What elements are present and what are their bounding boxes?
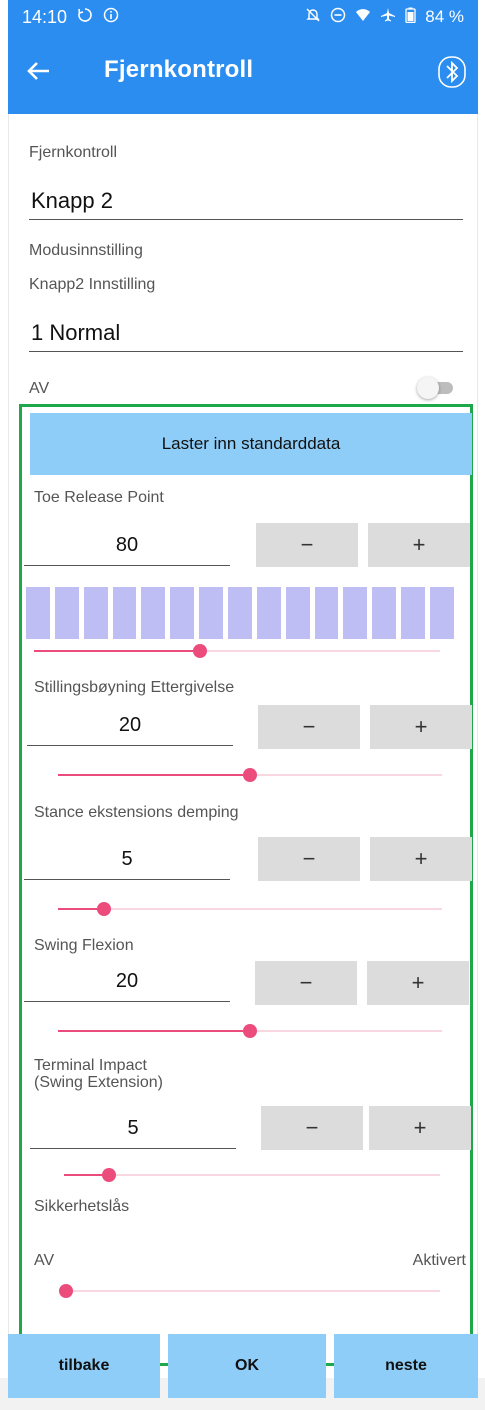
graph-bar (199, 587, 224, 639)
battery-icon (405, 7, 416, 28)
safety-lock-label: Sikkerhetslås (34, 1198, 130, 1215)
slider-track (64, 1174, 440, 1176)
slider-thumb[interactable] (193, 644, 208, 658)
param-value-toe-release[interactable]: 80 (24, 524, 230, 566)
bluetooth-icon[interactable] (438, 56, 466, 88)
graph-bar (54, 587, 79, 639)
toggle-knob (417, 377, 439, 399)
graph-bar (372, 587, 397, 639)
slider-thumb[interactable] (102, 1168, 117, 1182)
slider-terminal-impact[interactable] (64, 1165, 440, 1185)
param-label-stance-flexion-yield: Stillingsbøyning Ettergivelse (34, 679, 235, 696)
remote-value: Knapp 2 (31, 188, 113, 213)
safety-lock-max-label: Aktivert (412, 1252, 466, 1269)
slider-track (66, 1290, 440, 1292)
slider-thumb[interactable] (243, 1024, 257, 1038)
slider-stance-extension-damping[interactable] (58, 899, 442, 919)
param-label-terminal-impact: Terminal Impact (Swing Extension) (34, 1057, 163, 1091)
info-icon (103, 7, 119, 28)
slider-thumb[interactable] (59, 1284, 73, 1298)
decrement-button-toe-release[interactable]: − (256, 523, 358, 567)
slider-fill (34, 650, 201, 652)
airplane-icon (380, 7, 396, 28)
graph-bar (83, 587, 108, 639)
slider-thumb[interactable] (243, 768, 257, 782)
increment-button-swing-flexion[interactable]: + (367, 961, 469, 1005)
param-value-swing-flexion[interactable]: 20 (24, 960, 230, 1002)
status-bar: 14:10 84 % (8, 0, 478, 34)
graph-bar (141, 587, 166, 639)
increment-button-stance-flexion-yield[interactable]: + (370, 705, 472, 749)
decrement-button-swing-flexion[interactable]: − (255, 961, 357, 1005)
setting-field[interactable]: 1 Normal (29, 314, 463, 352)
slider-fill (58, 774, 250, 776)
mute-icon (305, 7, 321, 28)
param-value-stance-extension-damping[interactable]: 5 (24, 838, 230, 880)
load-defaults-button[interactable]: Laster inn standarddata (30, 413, 472, 475)
graph-bar (430, 587, 454, 639)
param-label-terminal-impact-line1: Terminal Impact (34, 1057, 147, 1074)
decrement-button-terminal-impact[interactable]: − (261, 1106, 363, 1150)
remote-label: Fjernkontroll (29, 144, 118, 161)
ok-button[interactable]: OK (168, 1334, 326, 1398)
slider-toe-release[interactable] (34, 641, 440, 661)
graph-bar (256, 587, 281, 639)
app-title: Fjernkontroll (104, 56, 254, 83)
mode-toggle[interactable] (417, 377, 457, 399)
slider-swing-flexion[interactable] (58, 1021, 442, 1041)
status-time: 14:10 (22, 6, 68, 27)
graph-bar (343, 587, 368, 639)
slider-track (58, 908, 442, 910)
slider-thumb[interactable] (97, 902, 112, 916)
graph-bar (170, 587, 195, 639)
param-label-swing-flexion: Swing Flexion (34, 937, 134, 954)
param-label-stance-extension-damping: Stance ekstensions demping (34, 804, 239, 821)
parameter-panel: Laster inn standarddata Toe Release Poin… (19, 404, 473, 1366)
decrement-button-stance-extension-damping[interactable]: − (258, 837, 360, 881)
toggle-label: AV (29, 380, 50, 397)
back-button[interactable]: tilbake (8, 1334, 160, 1398)
graph-bar (26, 587, 50, 639)
sync-icon (77, 7, 93, 28)
dnd-icon (330, 7, 346, 28)
slider-safety-lock[interactable] (59, 1281, 440, 1301)
increment-button-toe-release[interactable]: + (368, 523, 470, 567)
next-button[interactable]: neste (334, 1334, 478, 1398)
param-label-toe-release: Toe Release Point (34, 489, 164, 506)
wifi-icon (355, 7, 371, 28)
graph-bar (285, 587, 310, 639)
back-arrow-icon[interactable] (24, 56, 54, 86)
param-label-terminal-impact-line2: (Swing Extension) (34, 1074, 163, 1091)
increment-button-stance-extension-damping[interactable]: + (370, 837, 472, 881)
mode-label: Modusinnstilling (29, 242, 143, 259)
slider-stance-flexion-yield[interactable] (58, 765, 442, 785)
pressure-bar-graph (26, 587, 454, 639)
battery-level: 84 % (425, 7, 464, 26)
param-value-terminal-impact[interactable]: 5 (30, 1107, 236, 1149)
increment-button-terminal-impact[interactable]: + (369, 1106, 471, 1150)
app-bar: Fjernkontroll (8, 34, 478, 114)
setting-value: 1 Normal (31, 320, 121, 345)
graph-bar (401, 587, 426, 639)
slider-fill (58, 1030, 250, 1032)
remote-field[interactable]: Knapp 2 (29, 182, 463, 220)
decrement-button-stance-flexion-yield[interactable]: − (258, 705, 360, 749)
setting-label: Knapp2 Innstilling (29, 276, 156, 293)
graph-bar (112, 587, 137, 639)
graph-bar (314, 587, 339, 639)
param-value-stance-flexion-yield[interactable]: 20 (27, 704, 233, 746)
safety-lock-min-label: AV (34, 1252, 55, 1269)
graph-bar (228, 587, 252, 639)
content-area: Fjernkontroll Knapp 2 Modusinnstilling K… (8, 114, 478, 1380)
